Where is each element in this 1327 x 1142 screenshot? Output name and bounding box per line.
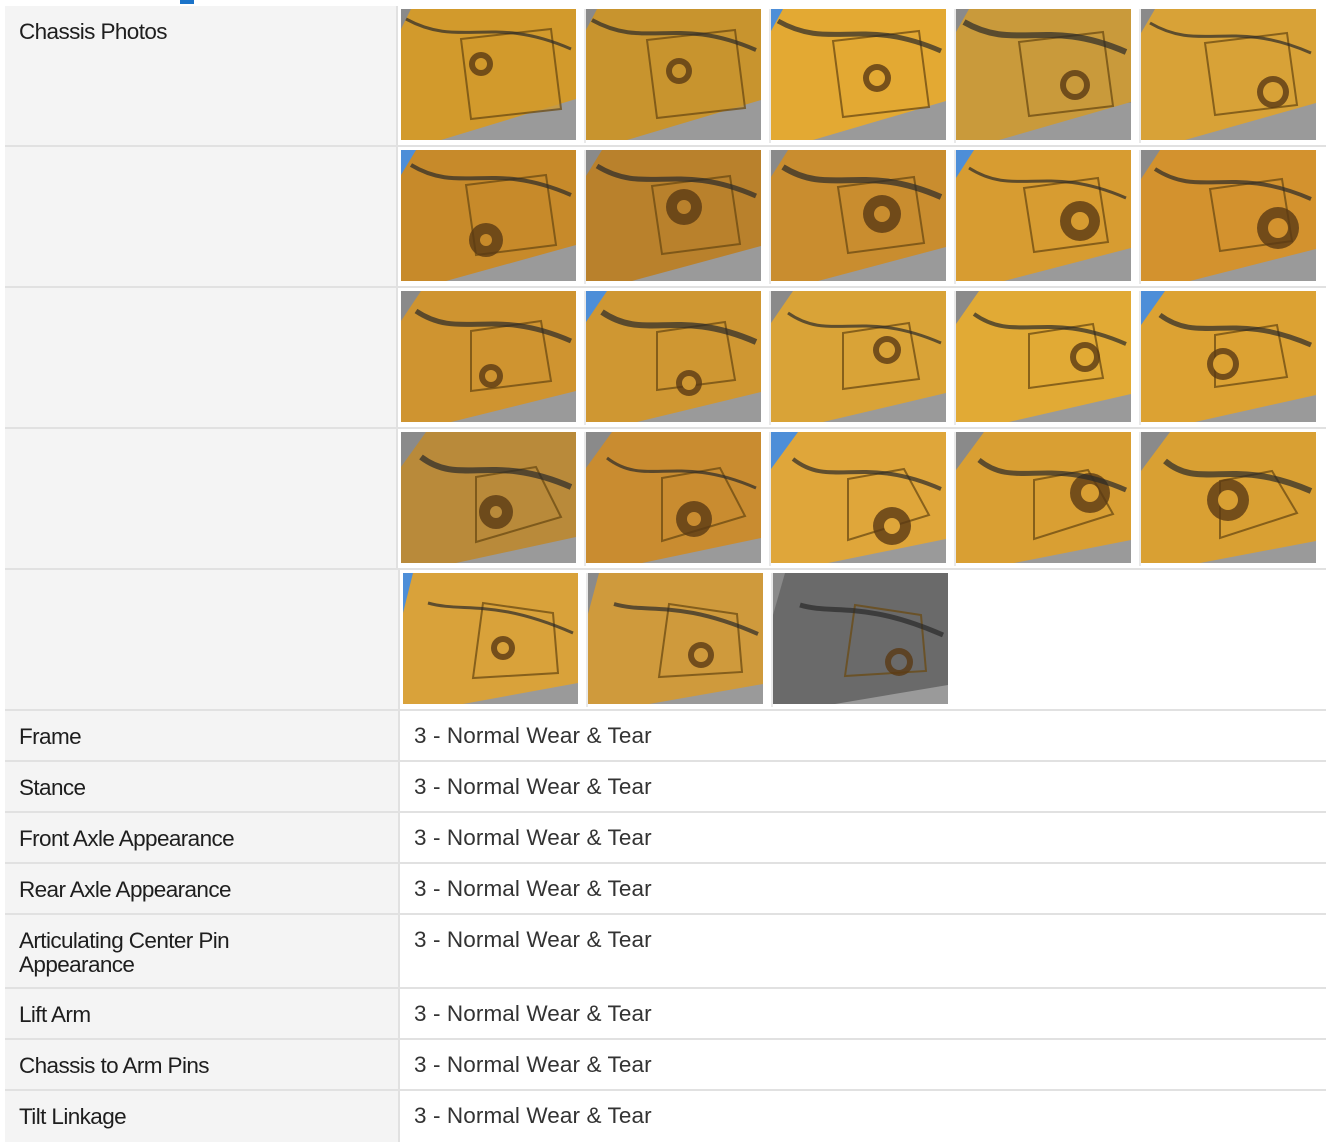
photo-thumbnail-cell[interactable] bbox=[773, 573, 958, 707]
frame-photo-icon[interactable] bbox=[956, 432, 1131, 563]
photo-thumbnail-cell[interactable] bbox=[586, 291, 771, 425]
table-row: Articulating Center Pin Appearance 3 - N… bbox=[5, 915, 1326, 989]
frame-photo-icon[interactable] bbox=[586, 432, 761, 563]
frame-photo-icon[interactable] bbox=[586, 150, 761, 281]
row-label: Front Axle Appearance bbox=[5, 813, 400, 862]
row-label-empty bbox=[5, 570, 400, 709]
frame-photo-icon[interactable] bbox=[771, 9, 946, 140]
photo-thumbnail-cell[interactable] bbox=[771, 9, 956, 143]
table-row: Rear Axle Appearance 3 - Normal Wear & T… bbox=[5, 864, 1326, 915]
table-row: Chassis to Arm Pins 3 - Normal Wear & Te… bbox=[5, 1040, 1326, 1091]
photo-row bbox=[5, 570, 1326, 711]
row-label-empty bbox=[5, 429, 398, 568]
frame-photo-icon[interactable] bbox=[586, 291, 761, 422]
row-value: 3 - Normal Wear & Tear bbox=[414, 774, 652, 799]
photo-strip bbox=[400, 570, 1326, 709]
photo-thumbnail-cell[interactable] bbox=[771, 150, 956, 284]
photo-thumbnail-cell[interactable] bbox=[586, 9, 771, 143]
row-label: Lift Arm bbox=[5, 989, 400, 1038]
row-value: 3 - Normal Wear & Tear bbox=[414, 1001, 652, 1026]
frame-photo-icon[interactable] bbox=[403, 573, 578, 704]
frame-photo-icon[interactable] bbox=[956, 9, 1131, 140]
frame-photo-icon[interactable] bbox=[956, 291, 1131, 422]
photo-thumbnail-cell[interactable] bbox=[401, 291, 586, 425]
photo-thumbnail-cell[interactable] bbox=[586, 432, 771, 566]
frame-photo-icon[interactable] bbox=[773, 573, 948, 704]
row-label: Stance bbox=[5, 762, 400, 811]
row-value: 3 - Normal Wear & Tear bbox=[414, 1103, 652, 1128]
frame-photo-icon[interactable] bbox=[771, 150, 946, 281]
photo-thumbnail-cell[interactable] bbox=[1141, 9, 1326, 143]
row-label: Tilt Linkage bbox=[5, 1091, 400, 1142]
frame-photo-icon[interactable] bbox=[1141, 432, 1316, 563]
photo-strip bbox=[398, 429, 1326, 568]
photo-thumbnail-cell[interactable] bbox=[771, 432, 956, 566]
photo-thumbnail-cell[interactable] bbox=[401, 150, 586, 284]
table-row: Front Axle Appearance 3 - Normal Wear & … bbox=[5, 813, 1326, 864]
photo-thumbnail-cell[interactable] bbox=[588, 573, 773, 707]
row-label: Rear Axle Appearance bbox=[5, 864, 400, 913]
frame-photo-icon[interactable] bbox=[401, 9, 576, 140]
frame-photo-icon[interactable] bbox=[401, 291, 576, 422]
frame-photo-icon[interactable] bbox=[401, 150, 576, 281]
photo-row bbox=[5, 288, 1326, 429]
row-value: 3 - Normal Wear & Tear bbox=[414, 876, 652, 901]
table-row: Frame 3 - Normal Wear & Tear bbox=[5, 711, 1326, 762]
photo-thumbnail-cell[interactable] bbox=[1141, 291, 1326, 425]
photo-thumbnail-cell[interactable] bbox=[956, 432, 1141, 566]
photo-row bbox=[5, 429, 1326, 570]
photo-row bbox=[5, 147, 1326, 288]
frame-photo-icon[interactable] bbox=[1141, 150, 1316, 281]
frame-photo-icon[interactable] bbox=[588, 573, 763, 704]
inspection-table: Chassis Photos Frame 3 - Normal Wear & T… bbox=[5, 6, 1326, 1142]
photo-thumbnail-cell[interactable] bbox=[586, 150, 771, 284]
table-row: Lift Arm 3 - Normal Wear & Tear bbox=[5, 989, 1326, 1040]
frame-photo-icon[interactable] bbox=[586, 9, 761, 140]
frame-photo-icon[interactable] bbox=[1141, 9, 1316, 140]
photo-thumbnail-cell[interactable] bbox=[956, 9, 1141, 143]
frame-photo-icon[interactable] bbox=[1141, 291, 1316, 422]
row-label: Articulating Center Pin Appearance bbox=[5, 915, 400, 987]
row-label-empty bbox=[5, 147, 398, 286]
row-value: 3 - Normal Wear & Tear bbox=[414, 723, 652, 748]
frame-photo-icon[interactable] bbox=[401, 432, 576, 563]
photo-thumbnail-cell[interactable] bbox=[401, 432, 586, 566]
frame-photo-icon[interactable] bbox=[771, 291, 946, 422]
row-label-text: Articulating Center Pin Appearance bbox=[19, 928, 230, 977]
row-label: Chassis to Arm Pins bbox=[5, 1040, 400, 1089]
photo-row: Chassis Photos bbox=[5, 6, 1326, 147]
row-label: Chassis Photos bbox=[5, 6, 398, 145]
photo-thumbnail-cell[interactable] bbox=[403, 573, 588, 707]
photo-thumbnail-cell[interactable] bbox=[771, 291, 956, 425]
photo-thumbnail-cell[interactable] bbox=[401, 9, 586, 143]
photo-strip bbox=[398, 288, 1326, 427]
table-row: Tilt Linkage 3 - Normal Wear & Tear bbox=[5, 1091, 1326, 1142]
row-value: 3 - Normal Wear & Tear bbox=[414, 1052, 652, 1077]
row-label: Frame bbox=[5, 711, 400, 760]
photo-strip bbox=[398, 147, 1326, 286]
table-row: Stance 3 - Normal Wear & Tear bbox=[5, 762, 1326, 813]
frame-photo-icon[interactable] bbox=[771, 432, 946, 563]
photo-thumbnail-cell[interactable] bbox=[956, 291, 1141, 425]
photo-thumbnail-cell[interactable] bbox=[956, 150, 1141, 284]
photo-strip bbox=[398, 6, 1326, 145]
section-title-fragment bbox=[180, 0, 194, 4]
row-label-empty bbox=[5, 288, 398, 427]
frame-photo-icon[interactable] bbox=[956, 150, 1131, 281]
row-value: 3 - Normal Wear & Tear bbox=[414, 825, 652, 850]
row-value: 3 - Normal Wear & Tear bbox=[414, 927, 652, 952]
photo-thumbnail-cell[interactable] bbox=[1141, 432, 1326, 566]
photo-thumbnail-cell[interactable] bbox=[1141, 150, 1326, 284]
